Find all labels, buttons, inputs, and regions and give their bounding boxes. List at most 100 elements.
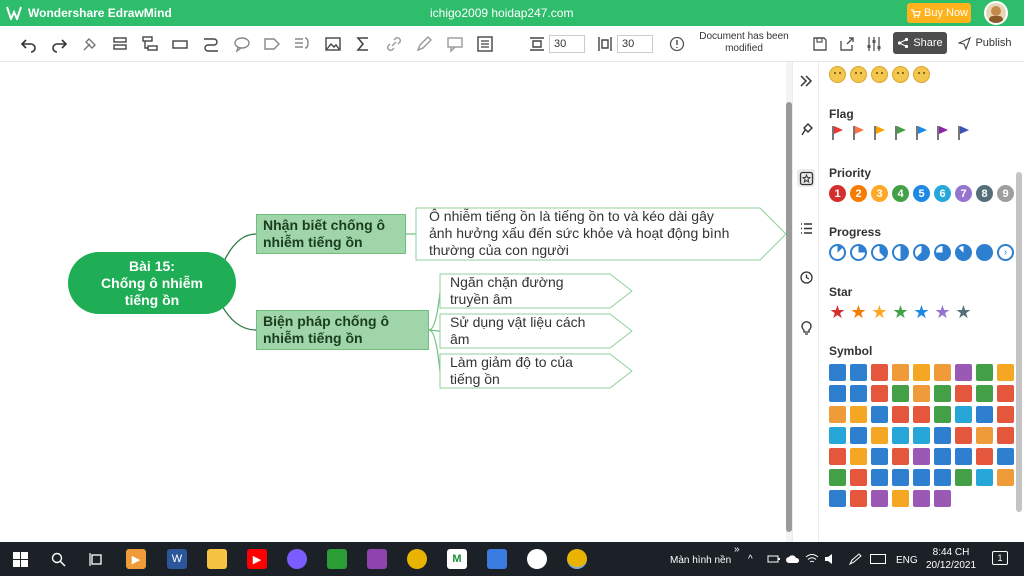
- undo-button[interactable]: [19, 34, 39, 54]
- progress-icon[interactable]: [892, 244, 909, 261]
- symbol-icon[interactable]: [955, 448, 972, 465]
- insert-image-button[interactable]: [323, 34, 343, 54]
- symbol-icon[interactable]: [955, 364, 972, 381]
- central-topic[interactable]: Bài 15: Chống ô nhiễm tiếng ồn: [68, 252, 236, 314]
- star-icon[interactable]: ★: [934, 303, 951, 321]
- symbol-icon[interactable]: [934, 364, 951, 381]
- symbol-icon[interactable]: [829, 427, 846, 444]
- pen-tray-icon[interactable]: [848, 553, 862, 565]
- subtopic-block-path[interactable]: Ngăn chặn đường truyền âm: [450, 274, 610, 308]
- comment-button[interactable]: [445, 34, 465, 54]
- mindmap-canvas[interactable]: Bài 15: Chống ô nhiễm tiếng ồn Nhận biết…: [0, 62, 786, 542]
- progress-icon[interactable]: [871, 244, 888, 261]
- symbol-icon[interactable]: [955, 385, 972, 402]
- symbol-icon[interactable]: [850, 448, 867, 465]
- symbol-icon[interactable]: [850, 406, 867, 423]
- symbol-icon[interactable]: [850, 427, 867, 444]
- subtopic-reduce-loudness[interactable]: Làm giảm độ to của tiếng ồn: [450, 354, 610, 388]
- symbol-icon[interactable]: [829, 364, 846, 381]
- add-topic-button[interactable]: [110, 34, 130, 54]
- redo-button[interactable]: [49, 34, 69, 54]
- star-icon[interactable]: ★: [955, 303, 972, 321]
- mark-icon[interactable]: [797, 169, 815, 187]
- symbol-icon[interactable]: [997, 448, 1014, 465]
- symbol-icon[interactable]: [913, 385, 930, 402]
- symbol-icon[interactable]: [934, 469, 951, 486]
- volume-icon[interactable]: [824, 553, 838, 565]
- symbol-icon[interactable]: [955, 427, 972, 444]
- flag-icon[interactable]: [871, 124, 888, 141]
- symbol-icon[interactable]: [850, 490, 867, 507]
- progress-icon[interactable]: [850, 244, 867, 261]
- symbol-icon[interactable]: [829, 448, 846, 465]
- symbol-icon[interactable]: [850, 385, 867, 402]
- symbol-icon[interactable]: [976, 406, 993, 423]
- chrome-icon[interactable]: [407, 549, 427, 569]
- panel-scrollbar-thumb[interactable]: [1016, 172, 1022, 512]
- panel-scrollbar[interactable]: [1016, 62, 1022, 542]
- battery-icon[interactable]: [767, 553, 781, 565]
- callout-button[interactable]: [232, 34, 252, 54]
- main-topic-recognition[interactable]: Nhận biết chống ô nhiễm tiếng ồn: [256, 214, 406, 254]
- wifi-icon[interactable]: [805, 553, 819, 565]
- notification-center-icon[interactable]: 1: [992, 551, 1008, 565]
- star-icon[interactable]: ★: [871, 303, 888, 321]
- priority-icon[interactable]: 1: [829, 185, 846, 202]
- symbol-icon[interactable]: [934, 490, 951, 507]
- symbol-icon[interactable]: [871, 364, 888, 381]
- formula-button[interactable]: [353, 34, 373, 54]
- priority-icon[interactable]: 3: [871, 185, 888, 202]
- outline-list-icon[interactable]: [797, 219, 815, 237]
- export-button[interactable]: [837, 34, 857, 54]
- chrome-active-icon[interactable]: [567, 549, 587, 569]
- share-button[interactable]: Share: [893, 32, 947, 54]
- tray-expand-icon[interactable]: ^: [748, 554, 753, 565]
- progress-icon[interactable]: [976, 244, 993, 261]
- symbol-icon[interactable]: [934, 448, 951, 465]
- user-avatar[interactable]: [984, 1, 1008, 25]
- symbol-icon[interactable]: [892, 406, 909, 423]
- symbol-icon[interactable]: [871, 427, 888, 444]
- game-app-icon[interactable]: [367, 549, 387, 569]
- symbol-icon[interactable]: [976, 427, 993, 444]
- publish-button[interactable]: Publish: [954, 32, 1016, 54]
- symbol-icon[interactable]: [892, 385, 909, 402]
- symbol-icon[interactable]: [829, 406, 846, 423]
- priority-icon[interactable]: 8: [976, 185, 993, 202]
- face-smile-icon[interactable]: [892, 66, 909, 83]
- floating-topic-button[interactable]: [170, 34, 190, 54]
- symbol-icon[interactable]: [913, 406, 930, 423]
- symbol-icon[interactable]: [955, 469, 972, 486]
- progress-icon[interactable]: [955, 244, 972, 261]
- star-icon[interactable]: ★: [850, 303, 867, 321]
- clock[interactable]: 8:44 CH 20/12/2021: [922, 546, 980, 572]
- symbol-icon[interactable]: [997, 469, 1014, 486]
- symbol-icon[interactable]: [871, 385, 888, 402]
- subtopic-definition[interactable]: Ô nhiễm tiếng ồn là tiếng ồn to và kéo d…: [429, 208, 769, 259]
- word-icon[interactable]: W: [167, 549, 187, 569]
- history-icon[interactable]: [797, 268, 815, 286]
- symbol-icon[interactable]: [892, 448, 909, 465]
- style-brush-icon[interactable]: [797, 120, 815, 138]
- messenger-icon[interactable]: [287, 549, 307, 569]
- star-icon[interactable]: ★: [913, 303, 930, 321]
- progress-icon[interactable]: [934, 244, 951, 261]
- flag-icon[interactable]: [955, 124, 972, 141]
- flag-icon[interactable]: [892, 124, 909, 141]
- photos-icon[interactable]: [527, 549, 547, 569]
- windows-start-icon[interactable]: [10, 549, 30, 569]
- symbol-icon[interactable]: [955, 406, 972, 423]
- symbol-icon[interactable]: [913, 427, 930, 444]
- face-kiss-icon[interactable]: [850, 66, 867, 83]
- priority-icon[interactable]: 4: [892, 185, 909, 202]
- symbol-icon[interactable]: [871, 469, 888, 486]
- priority-icon[interactable]: 2: [850, 185, 867, 202]
- desktop-label[interactable]: Màn hình nền: [670, 555, 731, 566]
- subtopic-insulation[interactable]: Sử dụng vật liệu cách âm: [450, 314, 610, 348]
- priority-icon[interactable]: 6: [934, 185, 951, 202]
- symbol-icon[interactable]: [913, 490, 930, 507]
- symbol-icon[interactable]: [913, 364, 930, 381]
- hyperlink-button[interactable]: [384, 34, 404, 54]
- symbol-icon[interactable]: [892, 490, 909, 507]
- symbol-icon[interactable]: [850, 469, 867, 486]
